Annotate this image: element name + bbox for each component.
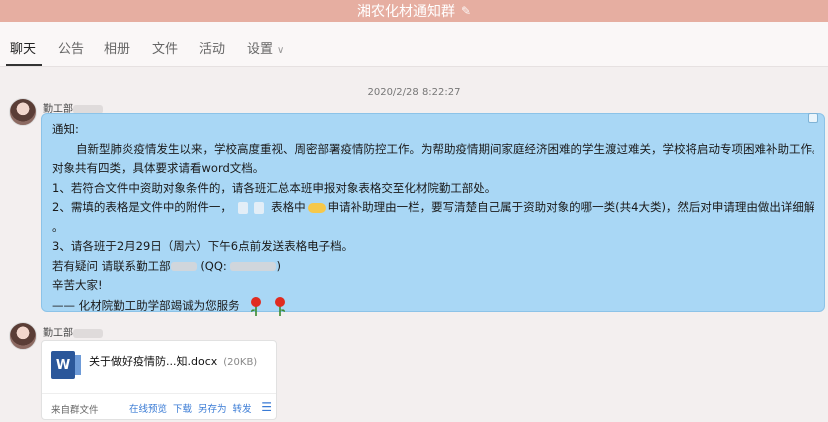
file-source: 来自群文件 <box>51 405 99 416</box>
message-text: 若有疑问 请联系勤工部 <box>52 258 171 273</box>
message-line: 辛苦大家! <box>52 278 103 292</box>
tab-settings[interactable]: 设置 ∨ <box>247 38 284 57</box>
message-line: 对象共有四类，具体要求请看word文档。 <box>52 161 265 175</box>
message-text: 申请补助理由一栏，要写清楚自己属于资助对象的哪一类(共4大类)，然后对申请理由做… <box>327 200 814 214</box>
message-line: 1、若符合文件中资助对象条件的，请各班汇总本班申报对象表格交至化材院勤工部处。 <box>52 180 497 195</box>
tab-chat[interactable]: 聊天 <box>10 38 36 57</box>
word-icon-letter: W <box>55 357 71 373</box>
message-line: —— 化材院勤工助学部竭诚为您服务 <box>52 296 814 316</box>
blank-emoji-icon <box>254 201 265 214</box>
message-line: 通知: <box>52 122 79 136</box>
tab-announcement[interactable]: 公告 <box>58 38 84 57</box>
tab-album[interactable]: 相册 <box>104 38 130 57</box>
preview-online-link[interactable]: 在线预览 <box>129 401 167 415</box>
window-title-bar: 湘农化材通知群 ✎ <box>0 0 828 22</box>
group-title: 湘农化材通知群 <box>356 4 455 20</box>
tab-settings-label: 设置 <box>247 42 274 57</box>
pointing-hand-icon <box>307 202 326 213</box>
rose-icon <box>274 296 285 316</box>
message-line: 自新型肺炎疫情发生以来，学校高度重视、周密部署疫情防控工作。为帮助疫情期间家庭经… <box>76 141 814 156</box>
message-bubble[interactable]: 通知: 自新型肺炎疫情发生以来，学校高度重视、周密部署疫情防控工作。为帮助疫情期… <box>41 113 825 316</box>
rose-icon <box>251 296 262 316</box>
avatar[interactable] <box>9 98 37 126</box>
file-card[interactable]: W 关于做好疫情防...知.docx (20KB) 来自群文件 在线预览 下载 另… <box>41 340 277 420</box>
tab-events[interactable]: 活动 <box>199 38 225 57</box>
message-text: ) <box>276 258 281 273</box>
pencil-icon[interactable]: ✎ <box>461 4 471 18</box>
tab-files[interactable]: 文件 <box>152 38 178 57</box>
chevron-down-icon: ∨ <box>277 45 285 56</box>
bubble-corner-icon <box>808 113 818 123</box>
file-name-text: 关于做好疫情防...知.docx <box>89 355 218 368</box>
sender-name-text: 勤工部 <box>43 328 73 339</box>
tab-bar: 聊天 公告 相册 文件 活动 设置 ∨ <box>0 22 828 67</box>
file-size: (20KB) <box>223 357 258 368</box>
message-line: 。 <box>52 219 64 234</box>
redacted-qq <box>230 261 277 271</box>
avatar[interactable] <box>9 322 37 350</box>
save-as-link[interactable]: 另存为 <box>198 401 227 415</box>
message-line: 3、请各班于2月29日（周六）下午6点前发送表格电子档。 <box>52 239 354 253</box>
message-line: 2、需填的表格是文件中的附件一， 表格中 申请补助理由一栏，要写清楚自己属于资助对… <box>52 198 814 218</box>
forward-link[interactable]: 转发 <box>233 401 252 415</box>
message-timestamp: 2020/2/28 8:22:27 <box>367 87 461 98</box>
message-text: 表格中 <box>271 200 306 214</box>
file-actions: 在线预览 下载 另存为 转发 <box>129 401 252 415</box>
word-document-icon: W <box>51 351 81 379</box>
message-text: 2、需填的表格是文件中的附件一， <box>52 200 232 214</box>
divider <box>42 393 276 394</box>
file-name[interactable]: 关于做好疫情防...知.docx (20KB) <box>89 353 257 369</box>
active-tab-indicator <box>6 64 42 66</box>
download-link[interactable]: 下载 <box>173 401 192 415</box>
redacted-name <box>170 261 197 271</box>
message-line: 若有疑问 请联系勤工部 (QQ: ) <box>52 257 814 277</box>
sender-name[interactable]: 勤工部 <box>43 324 103 339</box>
message-text: —— 化材院勤工助学部竭诚为您服务 <box>52 298 240 312</box>
blank-emoji-icon <box>238 201 249 214</box>
redacted-name <box>73 328 103 338</box>
menu-icon[interactable]: ☰ <box>261 400 272 414</box>
message-text: (QQ: <box>200 258 227 273</box>
